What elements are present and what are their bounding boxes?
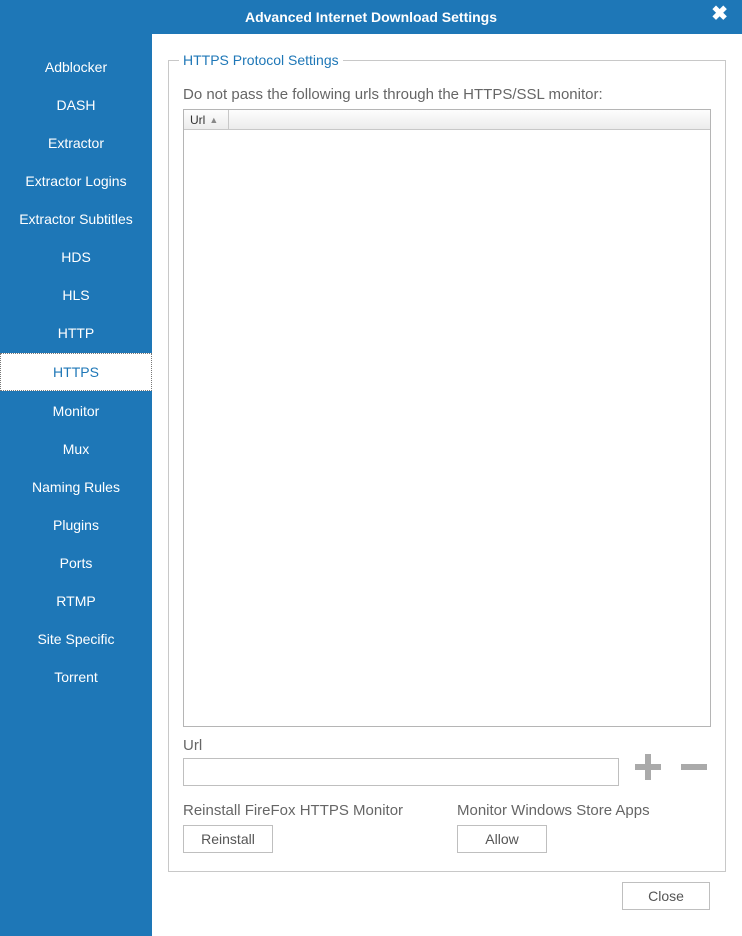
sidebar-item-hds[interactable]: HDS [0,239,152,275]
window-title: Advanced Internet Download Settings [245,9,497,25]
sidebar-item-plugins[interactable]: Plugins [0,507,152,543]
sidebar-item-extractor-logins[interactable]: Extractor Logins [0,163,152,199]
sort-asc-icon: ▲ [209,115,218,125]
sidebar-item-dash[interactable]: DASH [0,87,152,123]
sidebar-item-torrent[interactable]: Torrent [0,659,152,695]
sidebar-item-monitor[interactable]: Monitor [0,393,152,429]
close-button[interactable]: Close [622,882,710,910]
plus-icon [631,750,665,784]
sidebar-item-rtmp[interactable]: RTMP [0,583,152,619]
store-apps-label: Monitor Windows Store Apps [457,802,711,819]
body-area: Adblocker DASH Extractor Extractor Login… [0,34,742,936]
close-icon[interactable]: ✖ [711,4,728,24]
settings-window: Advanced Internet Download Settings ✖ Ad… [0,0,742,936]
firefox-monitor-block: Reinstall FireFox HTTPS Monitor Reinstal… [183,802,437,853]
sidebar-item-hls[interactable]: HLS [0,277,152,313]
add-url-button[interactable] [631,750,665,786]
url-input-block: Url [183,737,619,786]
table-body[interactable] [184,130,710,726]
footer: Close [168,872,726,924]
url-input[interactable] [183,758,619,786]
sidebar-item-naming-rules[interactable]: Naming Rules [0,469,152,505]
sidebar-item-extractor[interactable]: Extractor [0,125,152,161]
sidebar-item-adblocker[interactable]: Adblocker [0,49,152,85]
https-protocol-groupbox: HTTPS Protocol Settings Do not pass the … [168,52,726,872]
content-area: HTTPS Protocol Settings Do not pass the … [152,34,742,936]
table-column-url[interactable]: Url ▲ [184,110,229,129]
url-input-label: Url [183,737,619,754]
sidebar: Adblocker DASH Extractor Extractor Login… [0,34,152,936]
titlebar: Advanced Internet Download Settings ✖ [0,0,742,34]
firefox-monitor-label: Reinstall FireFox HTTPS Monitor [183,802,437,819]
instruction-text: Do not pass the following urls through t… [183,86,711,103]
sidebar-item-https[interactable]: HTTPS [0,353,152,391]
store-apps-block: Monitor Windows Store Apps Allow [457,802,711,853]
allow-button[interactable]: Allow [457,825,547,853]
url-exclusion-table[interactable]: Url ▲ [183,109,711,727]
url-input-row: Url [183,737,711,786]
table-header: Url ▲ [184,110,710,130]
sidebar-item-http[interactable]: HTTP [0,315,152,351]
sidebar-item-ports[interactable]: Ports [0,545,152,581]
lower-actions-row: Reinstall FireFox HTTPS Monitor Reinstal… [183,802,711,853]
sidebar-item-extractor-subtitles[interactable]: Extractor Subtitles [0,201,152,237]
column-label: Url [190,113,205,127]
table-column-spacer [229,110,710,129]
remove-url-button[interactable] [677,750,711,786]
sidebar-item-mux[interactable]: Mux [0,431,152,467]
sidebar-item-site-specific[interactable]: Site Specific [0,621,152,657]
minus-icon [677,750,711,784]
groupbox-legend: HTTPS Protocol Settings [179,52,343,68]
reinstall-button[interactable]: Reinstall [183,825,273,853]
